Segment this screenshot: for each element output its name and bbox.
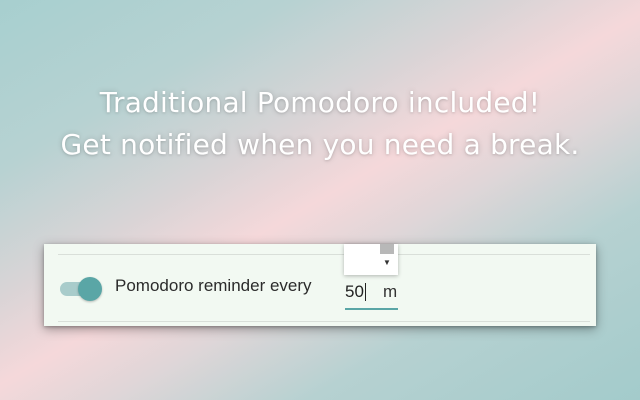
number-spinner[interactable]: ▼ (344, 244, 398, 275)
settings-panel: Pomodoro reminder every ▼ 50 m (44, 244, 596, 326)
spinner-up-button[interactable] (380, 244, 394, 254)
divider-bottom (58, 321, 590, 322)
pomodoro-reminder-label: Pomodoro reminder every (115, 276, 312, 295)
divider-top (58, 254, 590, 255)
text-caret (365, 283, 366, 301)
pomodoro-toggle[interactable] (60, 277, 104, 301)
headline: Traditional Pomodoro included! Get notif… (0, 82, 640, 166)
headline-line-1: Traditional Pomodoro included! (99, 86, 541, 119)
input-underline (345, 308, 398, 310)
headline-line-2: Get notified when you need a break. (60, 128, 580, 161)
caret-down-icon[interactable]: ▼ (380, 256, 394, 270)
toggle-thumb (78, 277, 102, 301)
interval-value: 50 (345, 282, 364, 301)
interval-unit: m (383, 282, 398, 301)
